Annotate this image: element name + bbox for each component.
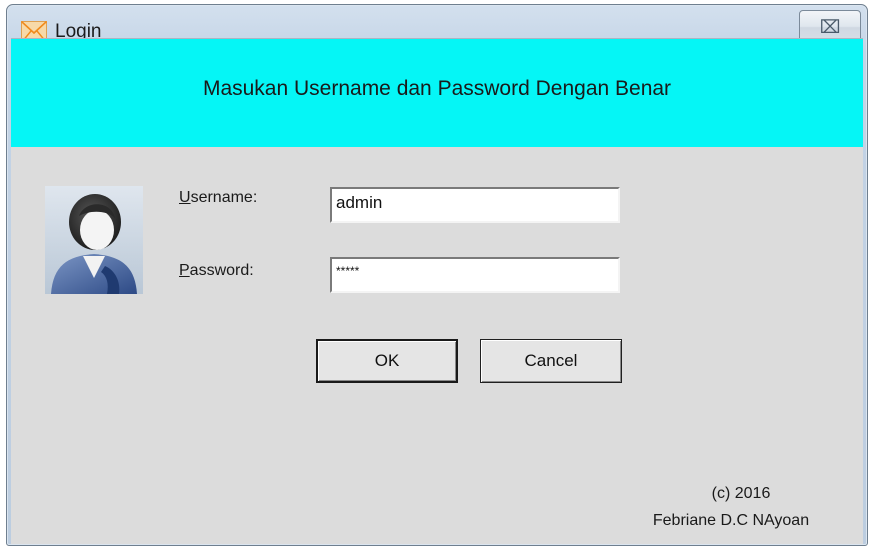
dialog-body: Masukan Username dan Password Dengan Ben…: [11, 39, 863, 544]
password-label: Password:: [179, 262, 254, 280]
password-label-text: assword:: [189, 262, 254, 279]
title-bar[interactable]: Login ⌧: [7, 5, 867, 44]
username-label-mnemonic: U: [179, 189, 191, 206]
user-avatar-icon: [45, 186, 143, 294]
username-label: Username:: [179, 189, 257, 207]
author-text: Febriane D.C NAyoan: [652, 512, 810, 529]
dialog-client-area: Masukan Username dan Password Dengan Ben…: [11, 38, 863, 544]
instruction-text: Masukan Username dan Password Dengan Ben…: [202, 77, 672, 100]
username-label-text: sername:: [190, 189, 258, 206]
close-icon: ⌧: [819, 16, 841, 38]
username-input[interactable]: admin: [330, 187, 620, 223]
cancel-button[interactable]: Cancel: [480, 339, 622, 383]
instruction-banner: Masukan Username dan Password Dengan Ben…: [11, 39, 863, 147]
ok-button[interactable]: OK: [316, 339, 458, 383]
copyright-text: (c) 2016: [711, 485, 771, 502]
login-window: Login ⌧ Masukan Username dan Password De…: [0, 0, 872, 548]
password-label-mnemonic: P: [179, 262, 190, 279]
password-input[interactable]: *****: [330, 257, 620, 293]
